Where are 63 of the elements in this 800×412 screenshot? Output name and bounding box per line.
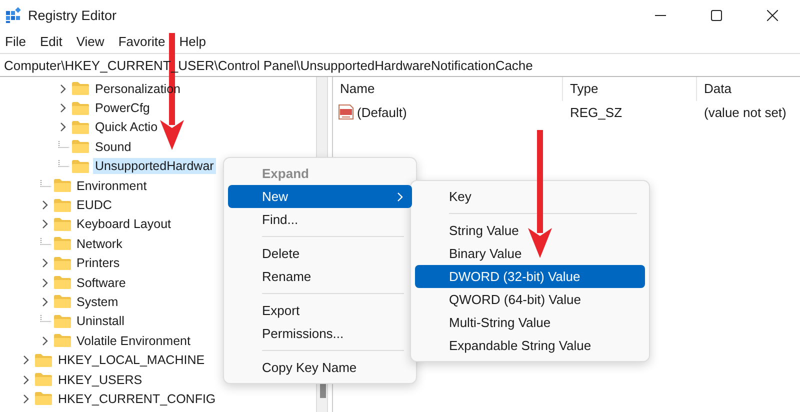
folder-icon (54, 179, 70, 192)
string-value-icon (338, 104, 354, 120)
tree-item[interactable]: UnsupportedHardwar (93, 158, 216, 174)
table-cell: (Default) (357, 104, 407, 120)
table-cell-text: (value not set) (703, 104, 786, 120)
menu-item[interactable]: Help (175, 34, 210, 49)
tree-item[interactable]: Network (74, 236, 124, 252)
tree-item[interactable]: Sound (93, 138, 134, 155)
folder-icon (35, 373, 52, 386)
folder-icon (72, 140, 89, 154)
folder-icon (72, 160, 89, 173)
column-header[interactable]: Type (563, 77, 697, 101)
menu-item[interactable]: Delete (228, 242, 412, 265)
folder-icon (54, 314, 70, 328)
folder-icon (54, 295, 70, 308)
folder-icon (54, 276, 70, 290)
menu-item[interactable]: Multi-String Value (415, 311, 645, 334)
tree-item[interactable]: HKEY_LOCAL_MACHINE (56, 352, 207, 368)
close-icon (766, 10, 778, 20)
tree-item[interactable]: Volatile Environment (74, 332, 192, 349)
folder-icon (72, 120, 89, 134)
menu-item[interactable]: Expandable String Value (415, 334, 645, 357)
menu-item[interactable]: View (72, 34, 108, 49)
menu-item[interactable]: Edit (36, 34, 66, 49)
folder-icon (72, 82, 89, 96)
maximize-icon (710, 10, 722, 20)
menu-item[interactable]: Find... (228, 208, 412, 231)
column-header[interactable]: Data (697, 77, 800, 101)
tree-item[interactable]: EUDC (74, 197, 114, 214)
tree-item[interactable]: Printers (74, 255, 122, 272)
tree-item[interactable]: System (74, 294, 120, 310)
menu-item[interactable]: DWORD (32-bit) Value (415, 265, 645, 288)
folder-icon (54, 198, 70, 212)
registry-icon (5, 7, 21, 23)
menu-item[interactable]: File (1, 34, 30, 49)
column-header[interactable]: Name (333, 77, 563, 101)
window-title: Registry Editor (28, 8, 117, 22)
tree-item[interactable]: HKEY_USERS (56, 372, 144, 388)
folder-icon (54, 237, 70, 250)
menu-item[interactable]: Permissions... (228, 322, 412, 345)
table-cell-text: REG_SZ (569, 104, 624, 120)
folder-icon (54, 256, 70, 270)
menu-item[interactable]: Rename (228, 265, 412, 288)
menu-item[interactable]: QWORD (64-bit) Value (415, 288, 645, 311)
folder-icon (35, 392, 52, 406)
tree-item[interactable]: Uninstall (74, 313, 126, 330)
folder-icon (54, 334, 70, 348)
menu-item[interactable]: Export (228, 299, 412, 322)
menu-item[interactable]: New (228, 185, 412, 208)
tree-item[interactable]: Quick Actio (93, 119, 160, 136)
tree-item[interactable]: Software (74, 274, 128, 291)
menu-item[interactable]: Key (415, 185, 645, 208)
menu-item[interactable]: String Value (415, 219, 645, 242)
tree-item[interactable]: PowerCfg (93, 100, 152, 116)
tree-item[interactable]: HKEY_CURRENT_CONFIG (56, 390, 218, 407)
tree-item[interactable]: Environment (74, 178, 149, 194)
folder-icon (35, 354, 52, 367)
menu-item[interactable]: Binary Value (415, 242, 645, 265)
menu-item[interactable]: Favorite (114, 34, 170, 49)
tree-item[interactable]: Keyboard Layout (74, 216, 174, 232)
folder-icon (54, 218, 70, 231)
menu-item[interactable]: Copy Key Name (228, 356, 412, 379)
folder-icon (72, 102, 89, 115)
